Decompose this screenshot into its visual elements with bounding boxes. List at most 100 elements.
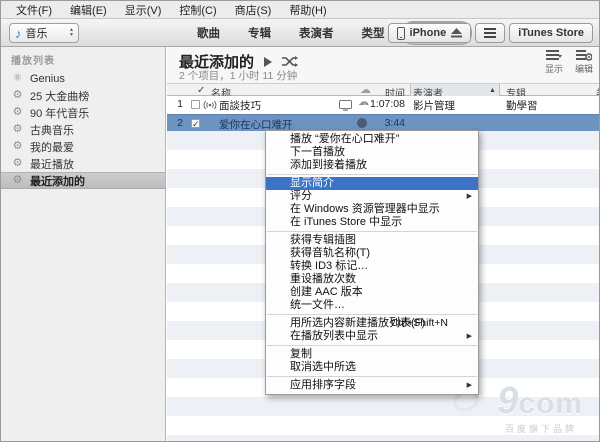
sidebar-item-recently-played[interactable]: ⚙ 最近播放 — [1, 155, 165, 172]
itunes-window: 文件(F) 编辑(E) 显示(V) 控制(C) 商店(S) 帮助(H) ♪ 音乐… — [0, 0, 600, 442]
gear-icon: ⚙ — [12, 89, 23, 101]
menu-item-create-aac-version[interactable]: 创建 AAC 版本 — [266, 286, 478, 299]
track-time: 3:44 — [384, 117, 405, 129]
menu-item-consolidate-files[interactable]: 统一文件… — [266, 299, 478, 312]
menubar: 文件(F) 编辑(E) 显示(V) 控制(C) 商店(S) 帮助(H) — [1, 1, 599, 19]
track-time: 1:07:08 — [369, 98, 405, 110]
menu-separator — [267, 345, 477, 346]
menu-item-label: 在播放列表中显示 — [290, 330, 378, 342]
menu-item-show-in-itunes-store[interactable]: 在 iTunes Store 中显示 — [266, 216, 478, 229]
gear-icon: ⚙ — [12, 157, 23, 169]
track-row-2-selected[interactable]: 2 ✓ 爱你在心口难开 3:44 — [167, 114, 599, 131]
track-checkbox[interactable]: ✓ — [191, 119, 200, 129]
track-number: 1 — [177, 98, 183, 110]
menu-item-rating[interactable]: 评分 ▶ — [266, 190, 478, 203]
sidebar-item-label: 古典音乐 — [30, 124, 74, 137]
menu-separator — [267, 314, 477, 315]
menu-item-uncheck-selection[interactable]: 取消选中所选 — [266, 361, 478, 374]
tab-albums[interactable]: 专辑 — [237, 22, 282, 44]
sort-ascending-icon: ▲ — [489, 87, 496, 94]
menu-item-get-album-artwork[interactable]: 获得专辑插图 — [266, 234, 478, 247]
broadcast-icon — [203, 100, 217, 110]
menu-item-copy[interactable]: 复制 — [266, 348, 478, 361]
sidebar-item-genius[interactable]: ⚛ Genius — [1, 70, 165, 87]
sidebar-item-label: 最近添加的 — [30, 175, 85, 188]
list-gear-icon — [575, 50, 592, 61]
toolbar: ♪ 音乐 ▴▾ 歌曲 专辑 表演者 类型 播放列表 iPhone iTunes … — [1, 19, 599, 47]
menu-item-convert-id3-tags[interactable]: 转换 ID3 标记… — [266, 260, 478, 273]
menu-item-play-track[interactable]: 播放 “爱你在心口难开” — [266, 133, 478, 146]
menu-item-new-playlist-from-selection[interactable]: 用所选内容新建播放列表(F) Ctrl+Shift+N — [266, 317, 478, 330]
menu-item-label: 显示简介 — [290, 177, 334, 189]
menu-item-label: 应用排序字段 — [290, 379, 356, 391]
sidebar-item-recently-added[interactable]: ⚙ 最近添加的 — [1, 172, 165, 189]
menu-edit[interactable]: 编辑(E) — [61, 2, 116, 18]
menu-separator — [267, 376, 477, 377]
itunes-store-button[interactable]: iTunes Store — [509, 23, 593, 43]
shuffle-icon[interactable] — [282, 56, 299, 67]
list-options-icon — [545, 50, 562, 60]
menu-item-play-next[interactable]: 下一首播放 — [266, 146, 478, 159]
menu-store[interactable]: 商店(S) — [226, 2, 281, 18]
menu-item-label: 取消选中所选 — [290, 361, 356, 373]
submenu-arrow-icon: ▶ — [466, 382, 472, 389]
menu-item-get-track-names[interactable]: 获得音轨名称(T) — [266, 247, 478, 260]
gear-icon: ⚙ — [12, 106, 23, 118]
track-context-menu: 播放 “爱你在心口难开” 下一首播放 添加到接着播放 显示简介 评分 ▶ 在 Wi… — [265, 130, 479, 395]
show-options-label: 显示 — [544, 64, 563, 74]
playlist-summary: 2 个项目，1 小时 11 分钟 — [179, 70, 298, 82]
menu-view[interactable]: 显示(V) — [116, 2, 171, 18]
toolbar-right-buttons: iPhone iTunes Store — [387, 23, 593, 43]
menu-item-get-info[interactable]: 显示简介 — [266, 177, 478, 190]
sidebar-item-favorites[interactable]: ⚙ 我的最爱 — [1, 138, 165, 155]
tab-artists[interactable]: 表演者 — [288, 22, 345, 44]
menu-file[interactable]: 文件(F) — [7, 2, 61, 18]
iphone-device-button[interactable]: iPhone — [387, 23, 472, 43]
gear-icon: ⚙ — [12, 174, 23, 186]
sidebar-item-classical[interactable]: ⚙ 古典音乐 — [1, 121, 165, 138]
music-note-icon: ♪ — [15, 25, 22, 41]
menu-item-label: 创建 AAC 版本 — [290, 286, 363, 298]
menu-item-label: 转换 ID3 标记… — [290, 260, 369, 272]
hamburger-icon — [484, 28, 497, 38]
track-checkbox[interactable] — [191, 100, 200, 109]
media-picker-dropdown[interactable]: ♪ 音乐 ▴ ▾ — [9, 23, 79, 43]
display-icon — [339, 100, 352, 111]
play-icon[interactable] — [264, 56, 273, 67]
menu-item-reset-plays[interactable]: 重设播放次数 — [266, 273, 478, 286]
sidebar-item-label: 90 年代音乐 — [30, 107, 90, 120]
menu-item-add-to-up-next[interactable]: 添加到接着播放 — [266, 159, 478, 172]
column-check[interactable]: ✓ — [197, 85, 205, 96]
track-title: 面談技巧 — [219, 100, 261, 112]
genius-icon: ⚛ — [12, 72, 23, 84]
track-number: 2 — [177, 117, 183, 129]
sidebar-item-label: 25 大金曲榜 — [30, 90, 90, 103]
track-album: 勤學習 — [506, 100, 538, 112]
menu-item-apply-sort-field[interactable]: 应用排序字段 ▶ — [266, 379, 478, 392]
menu-item-label: 重设播放次数 — [290, 273, 356, 285]
sidebar-item-top25[interactable]: ⚙ 25 大金曲榜 — [1, 87, 165, 104]
show-options-button[interactable]: 显示 — [545, 50, 563, 75]
sidebar-menu-button[interactable] — [475, 23, 506, 43]
menu-item-label: 下一首播放 — [290, 146, 345, 158]
track-artist: 影片管理 — [413, 100, 455, 112]
menu-controls[interactable]: 控制(C) — [170, 2, 225, 18]
sidebar-item-90s-music[interactable]: ⚙ 90 年代音乐 — [1, 104, 165, 121]
track-row-1[interactable]: 1 面談技巧 ☁ ↓ 1:07:08 影片管理 勤學習 — [167, 96, 599, 114]
menu-item-show-in-explorer[interactable]: 在 Windows 资源管理器中显示 — [266, 203, 478, 216]
updown-arrows-icon: ▴ ▾ — [69, 27, 73, 38]
iphone-icon — [396, 26, 405, 40]
menu-item-label: 获得音轨名称(T) — [290, 247, 371, 259]
playlist-header: 最近添加的 2 个项目，1 小时 11 分钟 显示 编辑 — [167, 47, 599, 83]
menu-item-label: 在 iTunes Store 中显示 — [290, 216, 403, 228]
tab-songs[interactable]: 歌曲 — [186, 22, 231, 44]
menu-help[interactable]: 帮助(H) — [280, 2, 335, 18]
menu-item-show-in-playlist[interactable]: 在播放列表中显示 ▶ — [266, 330, 478, 343]
eject-icon[interactable] — [451, 28, 463, 38]
gear-icon: ⚙ — [12, 123, 23, 135]
sidebar-header: 播放列表 — [11, 56, 55, 67]
edit-playlist-button[interactable]: 编辑 — [575, 50, 593, 75]
sidebar-item-label: 我的最爱 — [30, 141, 74, 154]
gear-icon: ⚙ — [12, 140, 23, 152]
menu-item-label: 统一文件… — [290, 299, 345, 311]
